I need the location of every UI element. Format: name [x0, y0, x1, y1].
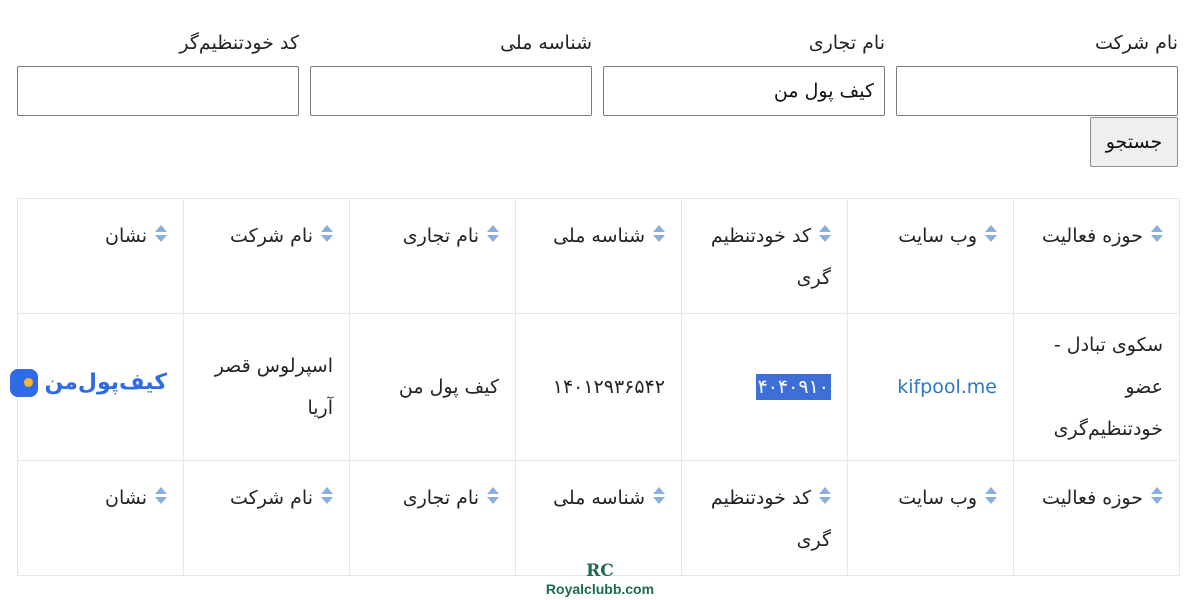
cell-brand: کیف پول من	[349, 313, 516, 461]
sort-icon	[487, 225, 499, 243]
sort-icon	[321, 225, 333, 243]
sort-icon	[155, 225, 167, 243]
column-header-label: حوزه فعالیت	[1042, 225, 1143, 247]
column-header-label: کد خودتنظیم گری	[710, 225, 831, 289]
logo-wordmark: کیف‌پول‌من	[44, 370, 167, 395]
column-header-website[interactable]: وب سایت	[847, 198, 1014, 314]
column-header-label: وب سایت	[898, 487, 977, 509]
brand-name-label: نام تجاری	[808, 32, 885, 54]
column-header-label: شناسه ملی	[553, 225, 645, 247]
watermark-logo: RC	[586, 561, 614, 581]
column-header-logo[interactable]: نشان	[17, 198, 184, 314]
column-header-code[interactable]: کد خودتنظیم گری	[681, 198, 848, 314]
national-id-input[interactable]	[310, 66, 592, 116]
table-row: سکوی تبادل - عضو خودتنظیم‌گری kifpool.me…	[10, 313, 1180, 461]
cell-website: kifpool.me	[847, 313, 1014, 461]
column-header-label: حوزه فعالیت	[1042, 487, 1143, 509]
column-header-field[interactable]: حوزه فعالیت	[1013, 198, 1180, 314]
column-header-label: نام تجاری	[402, 225, 479, 247]
sort-icon	[653, 487, 665, 505]
column-header-label: نام تجاری	[402, 487, 479, 509]
sort-icon	[1151, 487, 1163, 505]
footer-header-brand[interactable]: نام تجاری	[349, 460, 516, 576]
sort-icon	[985, 225, 997, 243]
footer-header-company[interactable]: نام شرکت	[183, 460, 350, 576]
national-id-label: شناسه ملی	[500, 32, 592, 54]
brand-name-input[interactable]	[603, 66, 885, 116]
website-link[interactable]: kifpool.me	[897, 376, 997, 398]
column-header-label: شناسه ملی	[553, 487, 645, 509]
sort-icon	[819, 225, 831, 243]
column-header-label: نام شرکت	[230, 487, 313, 509]
footer-header-field[interactable]: حوزه فعالیت	[1013, 460, 1180, 576]
company-name-input[interactable]	[896, 66, 1178, 116]
column-header-brand[interactable]: نام تجاری	[349, 198, 516, 314]
watermark-text: Royalclubb.com	[545, 581, 655, 597]
table-footer-row: حوزه فعالیت وب سایت کد خودتنظیم گری شناس…	[17, 460, 1180, 576]
sort-icon	[653, 225, 665, 243]
sort-icon	[321, 487, 333, 505]
column-header-company[interactable]: نام شرکت	[183, 198, 350, 314]
kifpool-logo-icon	[10, 369, 39, 397]
column-header-national-id[interactable]: شناسه ملی	[515, 198, 682, 314]
column-header-label: وب سایت	[898, 225, 977, 247]
search-button[interactable]: جستجو	[1090, 117, 1178, 167]
highlighted-code: ۴۰۴۰۹۱۰	[755, 374, 831, 400]
company-name-label: نام شرکت	[1095, 32, 1178, 54]
table-header-row: حوزه فعالیت وب سایت کد خودتنظیم گری شناس…	[17, 198, 1180, 314]
cell-field: سکوی تبادل - عضو خودتنظیم‌گری	[1013, 313, 1180, 461]
column-header-label: نام شرکت	[230, 225, 313, 247]
column-header-label: نشان	[105, 487, 147, 509]
sort-icon	[1151, 225, 1163, 243]
results-table: حوزه فعالیت وب سایت کد خودتنظیم گری شناس…	[10, 198, 1180, 576]
footer-header-website[interactable]: وب سایت	[847, 460, 1014, 576]
company-name-field: نام شرکت	[896, 26, 1178, 116]
sort-icon	[487, 487, 499, 505]
national-id-field: شناسه ملی	[310, 26, 592, 116]
cell-national-id: ۱۴۰۱۲۹۳۶۵۴۲	[515, 313, 682, 461]
sort-icon	[819, 487, 831, 505]
brand-name-field: نام تجاری	[603, 26, 885, 116]
self-regulation-code-field: کد خودتنظیم‌گر	[17, 26, 299, 116]
self-regulation-code-label: کد خودتنظیم‌گر	[179, 32, 299, 54]
sort-icon	[155, 487, 167, 505]
footer-header-logo[interactable]: نشان	[17, 460, 184, 576]
footer-header-code[interactable]: کد خودتنظیم گری	[681, 460, 848, 576]
column-header-label: نشان	[105, 225, 147, 247]
sort-icon	[985, 487, 997, 505]
cell-logo: کیف‌پول‌من	[10, 313, 184, 461]
cell-company: اسپرلوس قصر آریا	[183, 313, 350, 461]
self-regulation-code-input[interactable]	[17, 66, 299, 116]
cell-code: ۴۰۴۰۹۱۰	[681, 313, 848, 461]
footer-header-national-id[interactable]: شناسه ملی	[515, 460, 682, 576]
brand-logo: کیف‌پول‌من	[10, 362, 167, 404]
watermark: RC Royalclubb.com	[530, 562, 670, 598]
column-header-label: کد خودتنظیم گری	[710, 487, 831, 551]
